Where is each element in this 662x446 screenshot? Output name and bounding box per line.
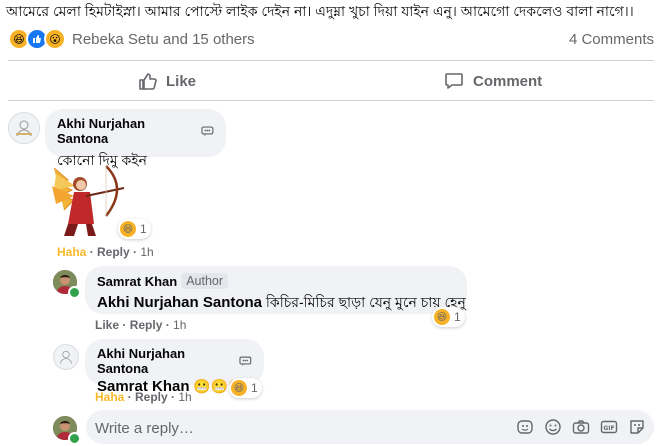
comment-reaction-pill[interactable]: 😆 1 bbox=[118, 219, 151, 239]
reply-meta: Like · Reply · 1h bbox=[95, 318, 187, 332]
comment-author[interactable]: Akhi Nurjahan Santona bbox=[57, 116, 198, 146]
comment-button[interactable]: Comment bbox=[444, 68, 542, 94]
wow-emoji-icon: 😮 bbox=[44, 28, 66, 50]
haha-emoji-icon: 😆 bbox=[434, 309, 450, 325]
timestamp[interactable]: 1h bbox=[140, 245, 153, 259]
comments-count[interactable]: 4 Comments bbox=[569, 31, 654, 48]
avatar[interactable] bbox=[53, 344, 79, 370]
comment-icon bbox=[445, 73, 463, 89]
haha-emoji-icon: 😆 bbox=[120, 221, 136, 237]
reply-reaction-pill[interactable]: 😆 1 bbox=[229, 378, 262, 398]
haha-reaction-link[interactable]: Haha bbox=[57, 245, 86, 259]
divider bbox=[8, 60, 654, 61]
like-link[interactable]: Like bbox=[95, 318, 119, 332]
avatar[interactable] bbox=[8, 112, 40, 144]
like-label: Like bbox=[166, 72, 197, 90]
comment-label: Comment bbox=[473, 72, 543, 90]
online-status-dot bbox=[68, 432, 81, 445]
haha-reaction-link[interactable]: Haha bbox=[95, 390, 124, 404]
reply-bubble: Samrat Khan Author Akhi Nurjahan Santona… bbox=[85, 266, 467, 314]
like-button[interactable]: Like bbox=[138, 68, 196, 94]
reply-author[interactable]: Samrat Khan bbox=[97, 274, 177, 289]
reply-author[interactable]: Akhi Nurjahan Santona bbox=[97, 346, 236, 376]
reaction-names[interactable]: Rebeka Setu and 15 others bbox=[72, 31, 255, 48]
comment-meta: Haha · Reply · 1h bbox=[57, 245, 154, 259]
haha-emoji-icon: 😆 bbox=[231, 380, 247, 396]
reply-meta: Haha · Reply · 1h bbox=[95, 390, 192, 404]
sketch-avatar-icon bbox=[16, 120, 32, 137]
avatar-sticker-icon[interactable] bbox=[516, 418, 534, 436]
sticker-icon[interactable] bbox=[628, 418, 646, 436]
svg-text:GIF: GIF bbox=[603, 425, 614, 432]
post-text: আমেরে মেলা হিমটাইস্না। আমার পোস্টে লাইক … bbox=[6, 3, 634, 19]
author-badge: Author bbox=[181, 273, 229, 289]
like-icon bbox=[139, 73, 157, 90]
comment-bubble: Akhi Nurjahan Santona কোনো দিমু কইন bbox=[45, 109, 226, 168]
gif-icon[interactable]: GIF bbox=[600, 418, 618, 436]
top-fan-badge-icon bbox=[201, 125, 214, 136]
sketch-avatar-icon bbox=[59, 350, 73, 364]
reaction-count: 1 bbox=[140, 222, 147, 236]
emoji-icon[interactable] bbox=[544, 418, 562, 436]
reply-link[interactable]: Reply bbox=[135, 390, 168, 404]
reply-placeholder: Write a reply… bbox=[95, 420, 194, 437]
camera-icon[interactable] bbox=[572, 418, 590, 436]
reaction-count: 1 bbox=[454, 310, 461, 324]
top-fan-badge-icon bbox=[239, 356, 252, 366]
reply-link[interactable]: Reply bbox=[97, 245, 130, 259]
timestamp[interactable]: 1h bbox=[178, 390, 191, 404]
divider bbox=[8, 100, 654, 101]
timestamp[interactable]: 1h bbox=[173, 318, 186, 332]
mention-tag[interactable]: Akhi Nurjahan Santona bbox=[97, 294, 262, 311]
reactions-summary[interactable]: 😆 😮 Rebeka Setu and 15 others bbox=[8, 28, 255, 50]
reaction-count: 1 bbox=[251, 381, 258, 395]
reply-reaction-pill[interactable]: 😆 1 bbox=[432, 307, 465, 327]
reply-link[interactable]: Reply bbox=[130, 318, 163, 332]
online-status-dot bbox=[68, 286, 81, 299]
